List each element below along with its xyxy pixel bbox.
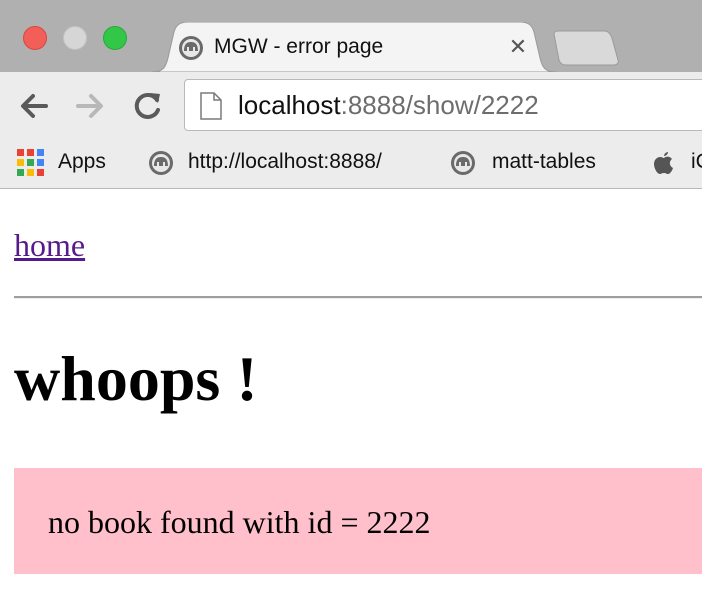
tab-title: MGW - error page (214, 35, 384, 58)
back-arrow-icon[interactable] (16, 88, 52, 124)
error-message-box: no book found with id = 2222 (14, 468, 702, 574)
address-bar[interactable]: localhost:8888/show/2222 (184, 79, 702, 131)
error-message: no book found with id = 2222 (48, 504, 431, 540)
browser-toolbar: localhost:8888/show/2222 (0, 72, 702, 140)
apple-icon (654, 152, 673, 174)
url-host: localhost (238, 90, 341, 120)
bookmark-label: matt-tables (492, 150, 596, 173)
elephant-icon (149, 151, 173, 175)
elephant-icon (451, 151, 475, 175)
elephant-icon (179, 36, 203, 60)
new-tab-button[interactable] (552, 30, 620, 66)
bookmark-label: iC (691, 150, 702, 173)
horizontal-rule (14, 296, 702, 299)
title-bar: MGW - error page ✕ (0, 0, 702, 72)
page-title: whoops ! (14, 343, 258, 414)
page-icon (200, 92, 222, 120)
bookmark-localhost[interactable]: http://localhost:8888/ (140, 140, 440, 186)
tab-close-icon[interactable]: ✕ (506, 34, 530, 60)
window-close-button[interactable] (23, 26, 47, 50)
bookmark-label: http://localhost:8888/ (188, 150, 382, 173)
reload-icon[interactable] (130, 88, 166, 124)
url-path: :8888/show/2222 (340, 90, 539, 120)
url-text[interactable]: localhost:8888/show/2222 (238, 90, 539, 121)
apps-grid-icon (17, 149, 44, 176)
window-zoom-button[interactable] (103, 26, 127, 50)
bookmark-apple[interactable]: iC (645, 140, 702, 186)
window-minimize-button[interactable] (63, 26, 87, 50)
bookmark-matt-tables[interactable]: matt-tables (442, 140, 632, 186)
bookmark-label: Apps (58, 150, 106, 173)
forward-arrow-icon[interactable] (72, 88, 108, 124)
bookmarks-bar: Apps http://localhost:8888/ matt-tables … (0, 140, 702, 189)
page-content: home whoops ! no book found with id = 22… (0, 189, 702, 616)
home-link[interactable]: home (14, 227, 85, 264)
tab-active[interactable]: MGW - error page ✕ (152, 22, 556, 72)
bookmark-apps[interactable]: Apps (0, 140, 130, 186)
